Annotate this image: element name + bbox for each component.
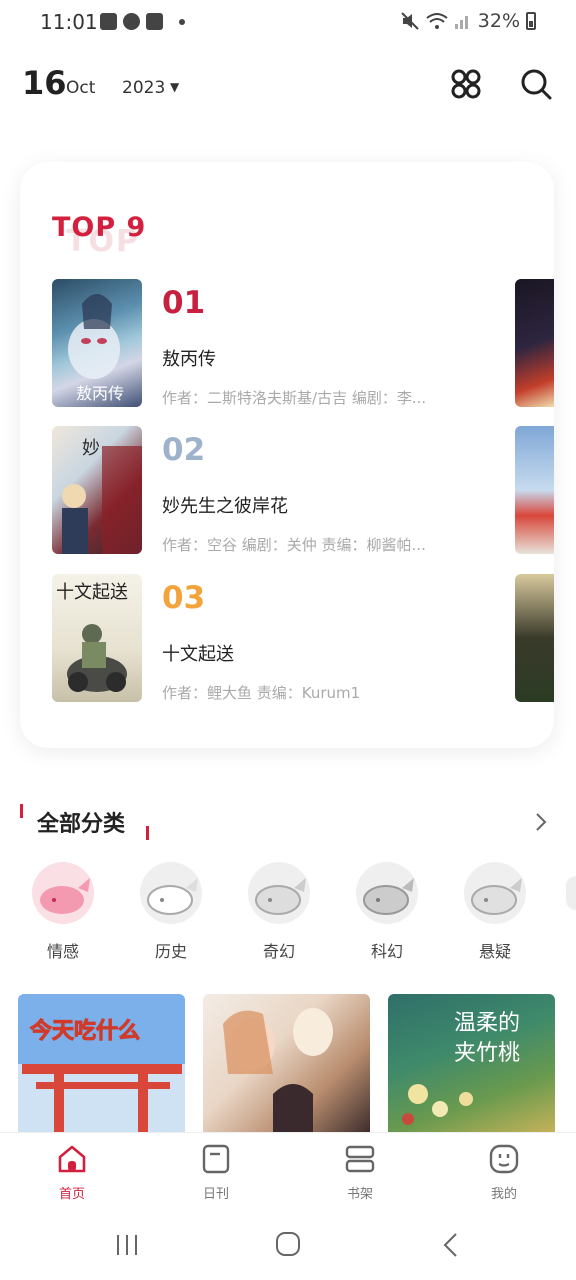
status-bar: 11:01 32%: [0, 0, 576, 46]
chevron-right-icon: [536, 813, 547, 831]
title-mark-decoration: [146, 826, 149, 840]
category-item-peek[interactable]: [566, 876, 576, 910]
search-icon: [521, 69, 552, 100]
categories-header[interactable]: 全部分类: [20, 804, 556, 844]
category-label: 情感: [46, 942, 79, 961]
categories-grid-button[interactable]: [448, 66, 484, 102]
date-day: 16: [22, 64, 67, 102]
comic-title: 妙先生之彼岸花: [162, 496, 288, 517]
nav-bookshelf[interactable]: 书架: [320, 1143, 400, 1202]
back-icon[interactable]: [430, 1230, 470, 1260]
comic-cover-peek[interactable]: [515, 426, 554, 554]
recent-apps-icon[interactable]: [107, 1230, 147, 1260]
comic-cover-peek[interactable]: [515, 574, 554, 702]
category-label: 奇幻: [262, 942, 295, 961]
status-time: 11:01: [40, 10, 98, 34]
comic-cover: 敖丙传: [52, 279, 142, 407]
category-label: 科幻: [370, 942, 403, 961]
category-item-fantasy[interactable]: 奇幻: [239, 862, 319, 962]
cloud-icon: [123, 13, 140, 30]
category-item-emotion[interactable]: 情感: [23, 862, 103, 962]
rank-number: 02: [162, 432, 206, 468]
date-year: 2023: [122, 78, 166, 98]
category-item-suspense[interactable]: 悬疑: [455, 862, 535, 962]
profile-icon: [489, 1144, 519, 1174]
category-label: 历史: [154, 942, 187, 961]
system-navigation: [0, 1212, 576, 1280]
comic-title: 十文起送: [162, 644, 234, 665]
comic-authors: 作者：二斯特洛夫斯基/古吉 编剧：李...: [162, 389, 427, 407]
svg-text:十文起送: 十文起送: [56, 582, 128, 603]
category-item-history[interactable]: 历史: [131, 862, 211, 962]
nav-label: 首页: [58, 1187, 85, 1202]
check-icon: [146, 13, 163, 30]
bottom-navigation: 首页 日刊 书架 我的: [0, 1132, 576, 1213]
gallery-icon: [100, 13, 117, 30]
category-list: 情感 历史 奇幻 科幻 悬疑: [0, 862, 576, 962]
daily-icon: [202, 1144, 230, 1174]
recommend-cover[interactable]: 今天吃什么: [18, 994, 185, 1134]
nav-label: 我的: [490, 1187, 517, 1202]
whale-icon: [356, 862, 418, 924]
command-grid-icon: [451, 69, 481, 99]
svg-text:妙: 妙: [82, 438, 100, 459]
top-ranking-card: TOP TOP 9 敖丙传 01 敖丙传 作者：二斯特洛夫斯基/古吉 编剧：李.…: [20, 162, 554, 748]
home-system-icon[interactable]: [268, 1230, 308, 1260]
nav-home[interactable]: 首页: [32, 1143, 112, 1202]
recommend-cover[interactable]: [203, 994, 370, 1134]
ranking-item[interactable]: 十文起送 03 十文起送 作者：鲤大鱼 责编：Kurum1: [52, 574, 512, 704]
battery-percent: 32%: [477, 10, 520, 32]
nav-label: 日刊: [202, 1187, 229, 1202]
top-title: TOP 9: [52, 212, 147, 243]
wifi-icon: [426, 13, 448, 29]
home-icon: [58, 1145, 86, 1173]
battery-icon: [526, 12, 536, 30]
category-item-scifi[interactable]: 科幻: [347, 862, 427, 962]
recommend-cover[interactable]: 温柔的 夹竹桃: [388, 994, 555, 1134]
search-button[interactable]: [518, 66, 554, 102]
ranking-item[interactable]: 敖丙传 01 敖丙传 作者：二斯特洛夫斯基/古吉 编剧：李...: [52, 279, 512, 409]
svg-text:夹竹桃: 夹竹桃: [454, 1041, 520, 1066]
whale-icon: [248, 862, 310, 924]
signal-icon: [454, 16, 468, 29]
header: 16 Oct 2023 ▼: [22, 60, 554, 110]
comic-cover: 十文起送: [52, 574, 142, 702]
notification-dot-icon: [179, 18, 185, 25]
ranking-item[interactable]: 妙 02 妙先生之彼岸花 作者：空谷 编剧：关仲 责编：柳酱帕...: [52, 426, 512, 556]
nav-profile[interactable]: 我的: [464, 1143, 544, 1202]
rank-number: 01: [162, 285, 206, 321]
nav-label: 书架: [346, 1187, 373, 1202]
svg-text:今天吃什么: 今天吃什么: [30, 1018, 140, 1044]
nav-daily[interactable]: 日刊: [176, 1143, 256, 1202]
comic-cover-peek[interactable]: [515, 279, 554, 407]
svg-text:温柔的: 温柔的: [454, 1011, 520, 1036]
svg-text:敖丙传: 敖丙传: [76, 384, 124, 403]
whale-icon: [140, 862, 202, 924]
comic-cover: 妙: [52, 426, 142, 554]
caret-down-icon: ▼: [170, 80, 180, 94]
category-label: 悬疑: [478, 942, 511, 961]
whale-icon: [464, 862, 526, 924]
comic-title: 敖丙传: [162, 349, 216, 370]
rank-number: 03: [162, 580, 206, 616]
mute-icon: [401, 12, 419, 30]
whale-icon: [32, 862, 94, 924]
date-month: Oct: [66, 78, 96, 98]
categories-title: 全部分类: [37, 812, 126, 837]
comic-authors: 作者：空谷 编剧：关仲 责编：柳酱帕...: [162, 536, 426, 554]
title-mark-decoration: [20, 804, 23, 818]
comic-authors: 作者：鲤大鱼 责编：Kurum1: [162, 684, 361, 702]
bookshelf-icon: [345, 1145, 375, 1173]
